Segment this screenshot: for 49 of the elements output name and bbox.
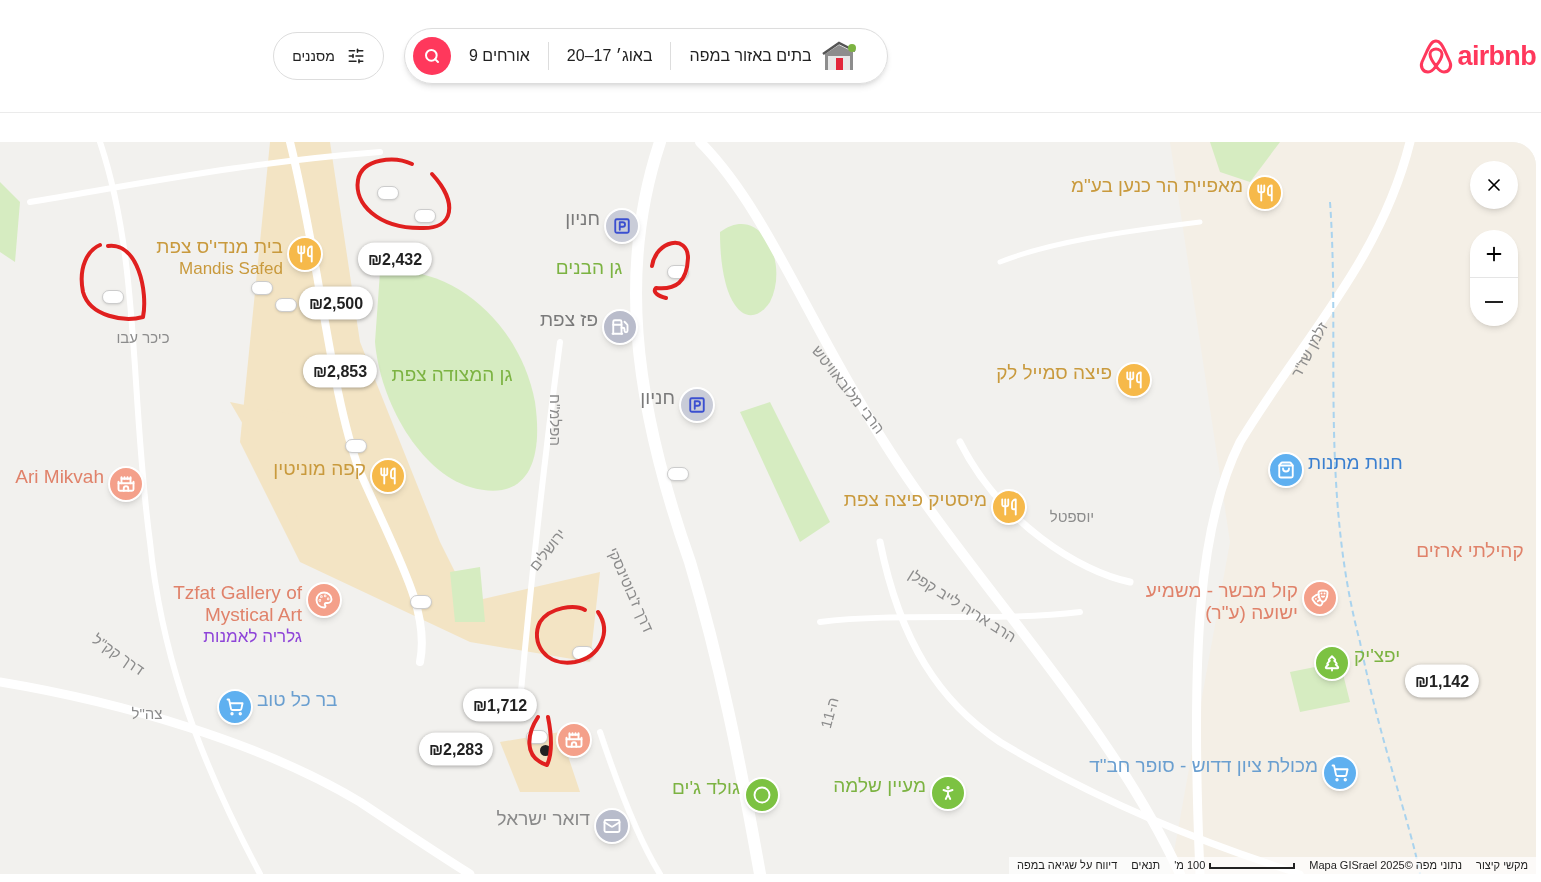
place-label: קפה מוניטין (273, 458, 366, 480)
place-label: Tzfat Gallery of Mystical Art (172, 582, 302, 626)
minus-icon (1485, 301, 1503, 303)
place-label: Ari Mikvah (15, 466, 104, 488)
place-label: בית מנדי'ס צפת (156, 236, 283, 258)
street-label: ירושלים (524, 524, 571, 576)
park-label: גן המצודה צפת (391, 362, 513, 387)
place-label: בר כל טוב (257, 689, 338, 711)
place-label: חניון (640, 387, 675, 409)
shortcuts-link[interactable]: מקשי קיצור (1476, 857, 1528, 874)
place-sublabel: Mandis Safed (179, 258, 283, 280)
house-icon (821, 40, 856, 72)
place-label: פז צפת (539, 309, 598, 331)
place-label: קול מבשר - משמיע ישועה (ע"ר) (1144, 580, 1298, 624)
terms-link[interactable]: תנאים (1131, 857, 1161, 874)
place-label: מיסטיק פיצה צפת (843, 489, 987, 511)
place-label: מאפיית הר כנען בע"מ (1070, 175, 1243, 197)
street-label: דרך קק"ל (88, 629, 149, 681)
place-label: גולד ג'ים (672, 777, 740, 799)
street-label: צה"ל (131, 703, 163, 724)
street-label: דרך ז'בוטינסקי (603, 543, 658, 637)
place-label: חנות מתנות (1308, 452, 1403, 474)
place-label: קהילתי ארזים (1416, 538, 1524, 563)
place-label: פיצה סמייל לק (996, 362, 1112, 384)
guests-field[interactable]: 9 אורחים (451, 44, 548, 68)
park-label: גן הבנים (555, 255, 623, 280)
street-label: כיכר עבו (116, 327, 170, 348)
street-label: הרבי מלובאוויטש (807, 341, 890, 439)
street-label: הרב אריה לייב קפלן (904, 564, 1021, 648)
place-label: חניון (565, 208, 600, 230)
street-label: זלמן שז"ר (1286, 318, 1332, 382)
street-label: יוספטל (1049, 506, 1095, 527)
sliders-icon (346, 47, 365, 65)
street-label: ה-11 (816, 695, 843, 731)
search-icon (424, 48, 440, 64)
scale-label: 100 מ' (1174, 858, 1206, 874)
search-button[interactable] (413, 37, 451, 75)
map-data-credit: נתוני מפה ©2025 Mapa GISrael (1309, 858, 1463, 874)
place-label: מעיין שלמה (833, 775, 926, 797)
street-label: הפלמ"ח (546, 394, 566, 446)
airbnb-logo[interactable]: airbnb (1417, 35, 1536, 77)
place-label: יפצ'יק (1354, 645, 1401, 667)
zoom-in-button[interactable] (1470, 230, 1518, 278)
place-label: דואר ישראל (496, 808, 590, 830)
dates-field[interactable]: 20–17 באוג׳ (548, 44, 671, 68)
location-field[interactable]: בתים באזור במפה (671, 44, 822, 68)
report-error-link[interactable]: דיווח על שגיאה במפה (1016, 857, 1118, 874)
place-sublabel: גלריה לאמנות (203, 626, 302, 648)
place-label: מכולת ציון דדוש - סופר חב"ד (1089, 755, 1318, 777)
